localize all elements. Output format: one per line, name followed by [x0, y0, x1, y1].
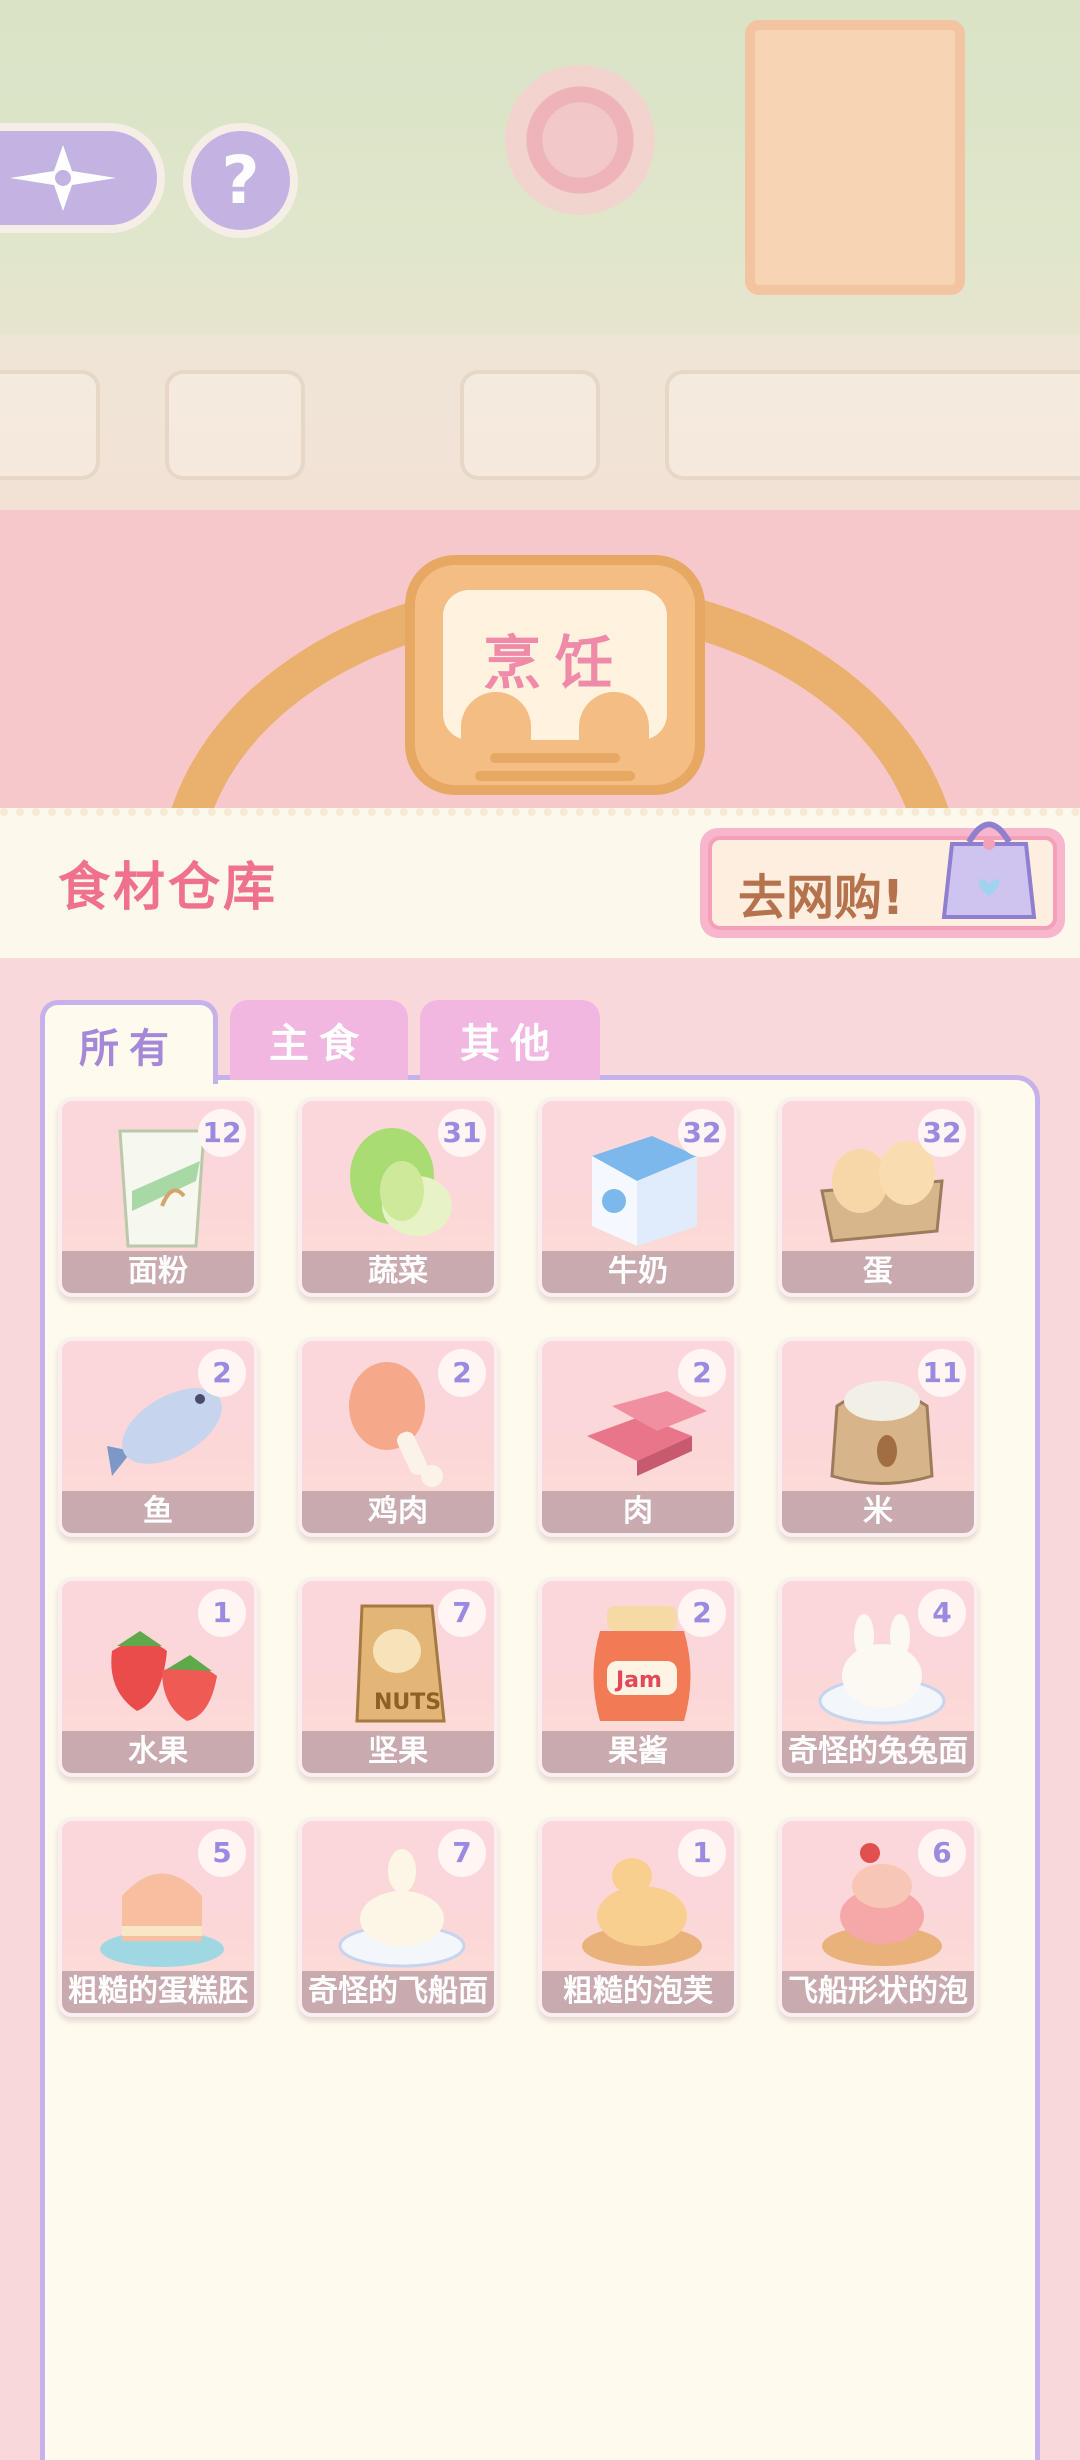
tab-staple[interactable]: 主食 — [230, 1000, 408, 1080]
shop-button-face: 去网购! — [708, 821, 1057, 930]
tab-other[interactable]: 其他 — [420, 1000, 600, 1080]
item-name: 鱼 — [62, 1491, 254, 1533]
ingredient-card[interactable]: 2 鱼 — [58, 1337, 258, 1537]
ingredient-card[interactable]: 12 面粉 — [58, 1097, 258, 1297]
wall-panel — [665, 370, 1080, 480]
question-icon: ? — [221, 142, 260, 219]
ingredient-card[interactable]: 11 米 — [778, 1337, 978, 1537]
shopping-bag-icon — [941, 821, 1037, 919]
item-count: 2 — [198, 1349, 246, 1397]
online-shop-button[interactable]: 去网购! — [700, 821, 1065, 938]
item-count: 11 — [918, 1349, 966, 1397]
item-count: 7 — [438, 1829, 486, 1877]
item-count: 1 — [198, 1589, 246, 1637]
item-count: 31 — [438, 1109, 486, 1157]
sign-slot — [490, 753, 620, 763]
ingredient-card[interactable]: 4 奇怪的兔兔面 — [778, 1577, 978, 1777]
item-count: 2 — [678, 1349, 726, 1397]
item-name: 肉 — [542, 1491, 734, 1533]
cook-sign-label: 烹饪 — [482, 629, 627, 697]
wall-panel — [460, 370, 600, 480]
ingredient-card[interactable]: 5 粗糙的蛋糕胚 — [58, 1817, 258, 2017]
item-name: 蔬菜 — [302, 1251, 494, 1293]
item-name: 面粉 — [62, 1251, 254, 1293]
help-button[interactable]: ? — [183, 123, 298, 238]
shop-button-label: 去网购! — [738, 870, 904, 926]
sparkle-icon — [9, 145, 116, 211]
ingredient-card[interactable]: 32 蛋 — [778, 1097, 978, 1297]
item-name: 牛奶 — [542, 1251, 734, 1293]
item-name: 奇怪的兔兔面 — [782, 1731, 974, 1773]
item-count: 12 — [198, 1109, 246, 1157]
item-name: 粗糙的泡芙 — [542, 1971, 734, 2013]
item-name: 水果 — [62, 1731, 254, 1773]
ingredient-card[interactable]: 6 飞船形状的泡 — [778, 1817, 978, 2017]
item-count: 5 — [198, 1829, 246, 1877]
item-count: 7 — [438, 1589, 486, 1637]
item-name: 飞船形状的泡 — [782, 1971, 974, 2013]
nuts-text: NUTS — [374, 1690, 441, 1715]
item-count: 2 — [678, 1589, 726, 1637]
wall-picture-frame — [745, 20, 965, 295]
ingredient-card[interactable]: 31 蔬菜 — [298, 1097, 498, 1297]
item-name: 鸡肉 — [302, 1491, 494, 1533]
ingredient-card[interactable]: 32 牛奶 — [538, 1097, 738, 1297]
item-count: 32 — [678, 1109, 726, 1157]
wall-panel — [165, 370, 305, 480]
ingredient-card[interactable]: NUTS 7 坚果 — [298, 1577, 498, 1777]
ingredient-card[interactable]: 1 粗糙的泡芙 — [538, 1817, 738, 2017]
item-count: 2 — [438, 1349, 486, 1397]
item-count: 4 — [918, 1589, 966, 1637]
item-name: 米 — [782, 1491, 974, 1533]
item-name: 坚果 — [302, 1731, 494, 1773]
ingredient-card[interactable]: 1 水果 — [58, 1577, 258, 1777]
item-count: 6 — [918, 1829, 966, 1877]
tab-all[interactable]: 所有 — [40, 1000, 218, 1084]
sparkle-menu-button[interactable] — [0, 123, 165, 233]
wall-medallion — [505, 65, 655, 215]
item-name: 粗糙的蛋糕胚 — [62, 1971, 254, 2013]
item-count: 1 — [678, 1829, 726, 1877]
item-name: 蛋 — [782, 1251, 974, 1293]
item-count: 32 — [918, 1109, 966, 1157]
item-name: 奇怪的飞船面 — [302, 1971, 494, 2013]
warehouse-title: 食材仓库 — [58, 858, 279, 918]
cook-sign[interactable]: 烹饪 — [405, 555, 705, 795]
item-name: 果酱 — [542, 1731, 734, 1773]
wall-panel — [0, 370, 100, 480]
cook-sign-face: 烹饪 — [443, 590, 667, 742]
ingredient-card[interactable]: 2 肉 — [538, 1337, 738, 1537]
ingredient-card[interactable]: 7 奇怪的飞船面 — [298, 1817, 498, 2017]
sign-slot — [475, 771, 635, 781]
jam-text: Jam — [614, 1668, 662, 1693]
ingredient-card[interactable]: Jam 2 果酱 — [538, 1577, 738, 1777]
ingredient-card[interactable]: 2 鸡肉 — [298, 1337, 498, 1537]
